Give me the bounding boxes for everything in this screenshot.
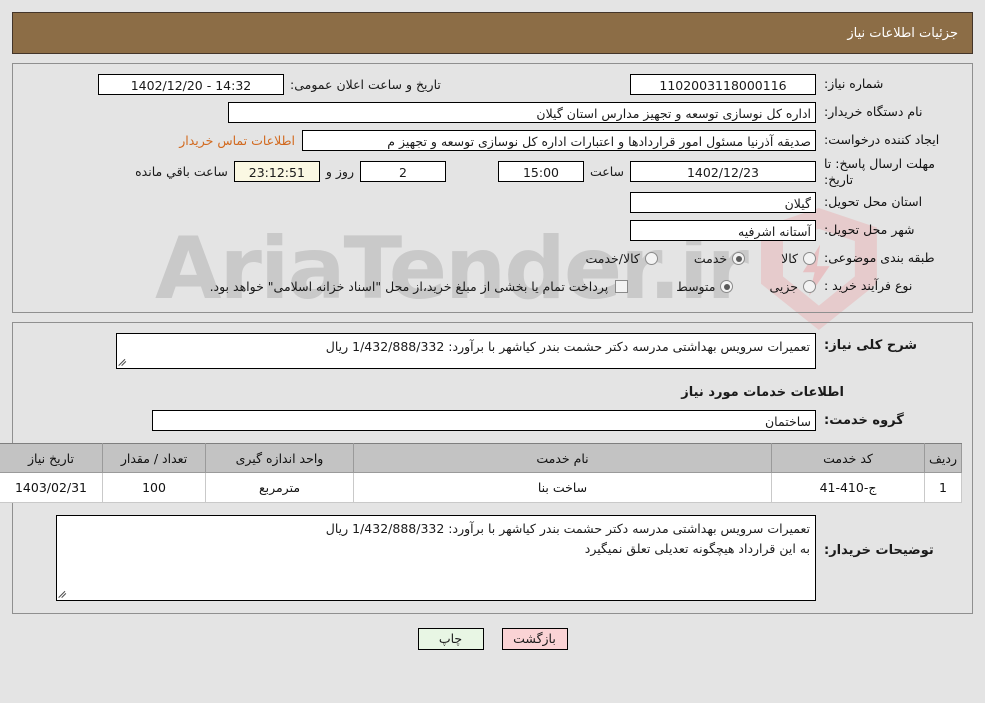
- deadline-hour-label: ساعت: [589, 164, 624, 180]
- buyer-notes-label: توضیحات خریدار:: [824, 543, 934, 559]
- category-option-goods-label: کالا: [781, 251, 798, 267]
- deadline-date-field[interactable]: 1402/12/23: [630, 161, 816, 183]
- province-label: استان محل تحویل:: [824, 194, 923, 210]
- category-option-service-label: خدمت: [693, 251, 728, 267]
- service-group-field[interactable]: ساختمان: [152, 410, 816, 432]
- need-number-field[interactable]: 1102003118000116: [630, 74, 816, 95]
- radio-icon[interactable]: [803, 252, 816, 266]
- process-option-minor-label: جزیی: [769, 279, 798, 295]
- treasury-checkbox-row[interactable]: پرداخت تمام یا بخشی از مبلغ خرید،از محل …: [210, 279, 629, 294]
- row-request-creator: ایجاد کننده درخواست: صدیقه آذرنیا مسئول …: [23, 128, 962, 153]
- column-header-code: کد خدمت: [771, 443, 925, 474]
- cell-date: 1403/02/31: [0, 472, 103, 504]
- row-category: طبقه بندی موضوعی: کالا خدمت کالا/خدمت: [23, 246, 962, 271]
- category-radio-group: کالا خدمت کالا/خدمت: [549, 251, 816, 266]
- row-city: شهر محل تحویل: آستانه اشرفیه: [23, 218, 962, 243]
- row-deadline: مهلت ارسال پاسخ: تا تاریخ: 1402/12/23 سا…: [23, 156, 962, 187]
- deadline-hour-field[interactable]: 15:00: [497, 161, 584, 183]
- remaining-days-label: روز و: [325, 164, 354, 180]
- buyer-notes-line-2: به این قرارداد هیچگونه تعدیلی تعلق نمیگی…: [584, 541, 810, 557]
- services-section-heading: اطلاعات خدمات مورد نیاز: [681, 385, 844, 401]
- need-number-label: شماره نیاز:: [824, 76, 884, 92]
- row-service-group: گروه خدمت: ساختمان: [23, 410, 962, 432]
- row-buyer-notes: توضیحات خریدار: تعمیرات سرویس بهداشتی مد…: [23, 515, 962, 602]
- category-option-goods[interactable]: کالا: [781, 251, 816, 266]
- row-buyer-org: نام دستگاه خریدار: اداره کل نوسازی توسعه…: [23, 100, 962, 125]
- back-button[interactable]: بازگشت: [501, 628, 568, 651]
- buyer-notes-textarea[interactable]: تعمیرات سرویس بهداشتی مدرسه دکتر حشمت بن…: [56, 515, 816, 602]
- column-header-date: تاریخ نیاز: [0, 443, 103, 474]
- general-description-textarea[interactable]: تعمیرات سرویس بهداشتی مدرسه دکتر حشمت بن…: [116, 333, 816, 370]
- radio-icon[interactable]: [732, 252, 746, 266]
- page-title-bar: جزئیات اطلاعات نیاز: [12, 12, 973, 54]
- action-button-bar: بازگشت چاپ: [0, 628, 985, 651]
- radio-icon[interactable]: [803, 280, 816, 294]
- province-field[interactable]: گیلان: [630, 192, 816, 214]
- radio-icon[interactable]: [720, 280, 734, 294]
- page-root: جزئیات اطلاعات نیاز شماره نیاز: 11020031…: [0, 12, 985, 651]
- need-info-panel: شماره نیاز: 1102003118000116 تاریخ و ساع…: [12, 63, 973, 314]
- row-process: نوع فرآیند خرید : جزیی متوسط پرداخت تمام…: [23, 274, 962, 299]
- process-option-minor[interactable]: جزیی: [769, 279, 816, 294]
- category-option-goods-service[interactable]: کالا/خدمت: [585, 251, 658, 267]
- countdown-field: 23:12:51: [233, 161, 320, 183]
- general-description-text: تعمیرات سرویس بهداشتی مدرسه دکتر حشمت بن…: [325, 339, 810, 355]
- announce-label: تاریخ و ساعت اعلان عمومی:: [290, 77, 441, 92]
- city-field[interactable]: آستانه اشرفیه: [630, 220, 816, 242]
- category-label: طبقه بندی موضوعی:: [824, 250, 935, 266]
- column-header-unit: واحد اندازه گیری: [205, 443, 354, 474]
- general-description-label: شرح کلی نیاز:: [824, 338, 918, 354]
- process-option-medium[interactable]: متوسط: [676, 279, 734, 295]
- print-button[interactable]: چاپ: [417, 628, 484, 651]
- column-header-name: نام خدمت: [353, 443, 772, 474]
- deadline-label: مهلت ارسال پاسخ: تا تاریخ:: [824, 156, 935, 187]
- need-description-panel: شرح کلی نیاز: تعمیرات سرویس بهداشتی مدرس…: [0, 322, 973, 615]
- request-creator-label: ایجاد کننده درخواست:: [824, 132, 940, 148]
- category-option-service[interactable]: خدمت: [693, 251, 746, 267]
- process-option-medium-label: متوسط: [676, 279, 716, 295]
- column-header-qty: تعداد / مقدار: [102, 443, 206, 474]
- buyer-contact-link[interactable]: اطلاعات تماس خریدار: [172, 133, 302, 148]
- cell-radif: 1: [924, 472, 962, 504]
- buyer-org-field[interactable]: اداره کل نوسازی توسعه و تجهیز مدارس استا…: [228, 102, 816, 123]
- announce-datetime-field[interactable]: 14:32 - 1402/12/20: [98, 74, 284, 95]
- page-title: جزئیات اطلاعات نیاز: [847, 25, 958, 41]
- checkbox-icon[interactable]: [615, 280, 629, 294]
- countdown-label: ساعت باقي مانده: [135, 164, 228, 180]
- radio-icon[interactable]: [644, 252, 658, 266]
- treasury-checkbox-label: پرداخت تمام یا بخشی از مبلغ خرید،از محل …: [209, 279, 609, 295]
- cell-unit: مترمربع: [205, 472, 354, 504]
- city-label: شهر محل تحویل:: [824, 222, 915, 238]
- table-header-row: ردیف کد خدمت نام خدمت واحد اندازه گیری ت…: [0, 443, 962, 474]
- cell-qty: 100: [102, 472, 206, 504]
- process-label: نوع فرآیند خرید :: [824, 278, 913, 294]
- column-header-radif: ردیف: [924, 443, 962, 474]
- row-province: استان محل تحویل: گیلان: [23, 190, 962, 215]
- table-row: 1 ج-410-41 ساخت بنا مترمربع 100 1403/02/…: [0, 472, 962, 504]
- category-option-goods-service-label: کالا/خدمت: [585, 251, 640, 267]
- resize-grip-icon[interactable]: [119, 358, 128, 367]
- cell-code: ج-410-41: [771, 472, 925, 504]
- row-need-number: شماره نیاز: 1102003118000116 تاریخ و ساع…: [23, 72, 962, 97]
- cell-name: ساخت بنا: [353, 472, 772, 504]
- services-table: ردیف کد خدمت نام خدمت واحد اندازه گیری ت…: [0, 443, 962, 504]
- buyer-org-label: نام دستگاه خریدار:: [824, 104, 923, 120]
- row-general-description: شرح کلی نیاز: تعمیرات سرویس بهداشتی مدرس…: [23, 333, 962, 370]
- service-group-label: گروه خدمت:: [824, 413, 904, 429]
- process-radio-group: جزیی متوسط: [640, 279, 816, 294]
- remaining-days-field[interactable]: 2: [359, 161, 446, 183]
- request-creator-field[interactable]: صدیقه آذرنیا مسئول امور قراردادها و اعتب…: [302, 130, 816, 151]
- buyer-notes-line-1: تعمیرات سرویس بهداشتی مدرسه دکتر حشمت بن…: [325, 521, 810, 537]
- resize-grip-icon[interactable]: [59, 590, 68, 599]
